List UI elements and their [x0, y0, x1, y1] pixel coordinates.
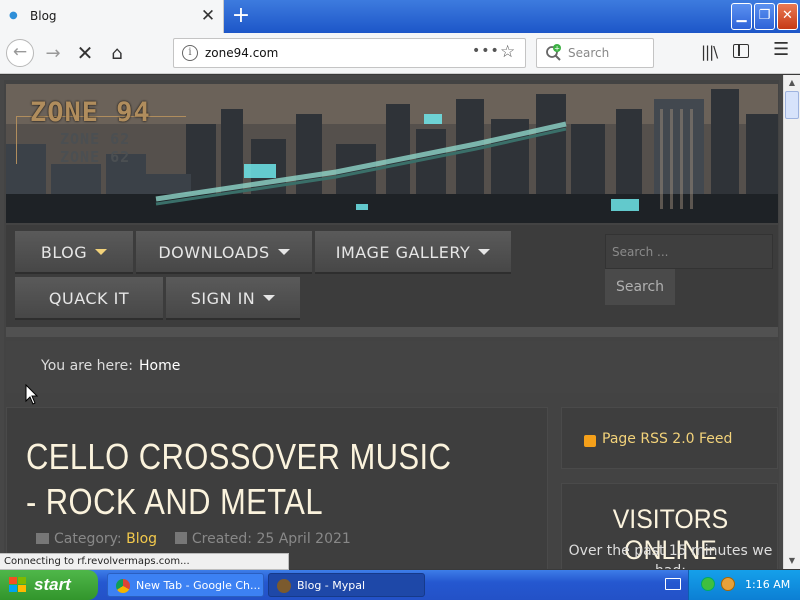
status-bar: Connecting to rf.revolvermaps.com...	[0, 553, 289, 570]
chevron-down-icon	[263, 295, 276, 301]
page-viewport: ZONE 94 ZONE 62 ZONE 62 BLOG DOWNLOADS I…	[0, 75, 783, 569]
taskbar-item-chrome[interactable]: New Tab - Google Ch...	[107, 573, 264, 597]
menu-item-label: IMAGE GALLERY	[335, 243, 471, 262]
breadcrumb-home: Home	[139, 358, 181, 374]
taskbar-item-label: New Tab - Google Ch...	[136, 579, 261, 592]
new-tab-button[interactable]: +	[228, 2, 254, 30]
chevron-down-icon	[277, 249, 290, 255]
visitors-text: Over the past 15 minutes we had:	[568, 543, 773, 569]
search-bar[interactable]: + Search	[536, 38, 654, 68]
menu-item-label: SIGN IN	[190, 289, 256, 308]
rss-feed-link[interactable]: Page RSS 2.0 Feed	[602, 431, 732, 447]
search-bar-placeholder: Search	[568, 46, 610, 60]
page-actions-icon[interactable]: •••	[472, 43, 500, 59]
forward-button[interactable]: →	[40, 40, 66, 67]
article-title[interactable]: CELLO CROSSOVER MUSIC - ROCK AND METAL	[26, 434, 465, 524]
screen: ● Blog ✕ + ▁ ❐ ✕ ← → ✕ ⌂ i zone94.com ••…	[0, 0, 800, 600]
browser-tab-strip: ● Blog ✕ + ▁ ❐ ✕	[0, 0, 800, 33]
browser-toolbar: ← → ✕ ⌂ i zone94.com ••• ☆ + Search |||\…	[0, 33, 800, 74]
scroll-up-icon[interactable]: ▲	[784, 75, 800, 91]
tab-title: Blog	[30, 9, 57, 23]
back-button[interactable]: ←	[6, 39, 34, 67]
calendar-icon	[174, 532, 187, 544]
site-search-button[interactable]: Search	[605, 269, 675, 305]
chevron-down-icon	[95, 249, 108, 255]
category-link[interactable]: Blog	[126, 531, 157, 547]
site-info-icon[interactable]: i	[182, 45, 198, 61]
divider	[6, 327, 778, 337]
menu-item-image-gallery[interactable]: IMAGE GALLERY	[315, 231, 511, 274]
window-close-button[interactable]: ✕	[777, 3, 798, 30]
menu-item-label: BLOG	[40, 243, 88, 262]
site-logo[interactable]: ZONE 94	[30, 97, 151, 128]
taskbar-item-label: Blog - Mypal	[297, 579, 366, 592]
rss-icon	[584, 435, 596, 447]
svg-text:+: +	[554, 45, 560, 53]
visitors-module: VISITORS ONLINE Over the past 15 minutes…	[561, 483, 778, 569]
taskbar-item-blog[interactable]: Blog - Mypal	[268, 573, 425, 597]
logo-echo-line: ZONE 62	[60, 148, 131, 166]
clock[interactable]: 1:16 AM	[745, 570, 790, 600]
menu-item-label: QUACK IT	[48, 289, 130, 308]
hamburger-menu-icon[interactable]: ☰	[773, 39, 789, 60]
menu-item-blog[interactable]: BLOG	[15, 231, 133, 274]
tab-loading-icon: ●	[9, 10, 18, 21]
site-logo-echo: ZONE 62 ZONE 62	[60, 130, 130, 166]
taskbar: start New Tab - Google Ch... Blog - Mypa…	[0, 570, 800, 600]
sidebar-toggle-icon[interactable]	[733, 44, 749, 58]
window-minimize-button[interactable]: ▁	[731, 3, 752, 30]
browser-tab[interactable]: ● Blog ✕	[0, 0, 224, 33]
url-text[interactable]: zone94.com	[205, 46, 278, 60]
created-date: Created: 25 April 2021	[191, 531, 351, 547]
vertical-scrollbar[interactable]: ▲ ▼	[783, 75, 800, 569]
menu-item-quack-it[interactable]: QUACK IT	[15, 277, 163, 320]
search-tray-icon[interactable]	[721, 577, 735, 591]
home-button[interactable]: ⌂	[104, 40, 130, 67]
menu-item-sign-in[interactable]: SIGN IN	[166, 277, 300, 320]
start-button[interactable]: start	[0, 570, 98, 600]
chevron-down-icon	[478, 249, 491, 255]
tab-close-icon[interactable]: ✕	[198, 4, 218, 28]
site-banner[interactable]: ZONE 94 ZONE 62 ZONE 62	[6, 84, 778, 223]
keyboard-icon[interactable]	[665, 578, 681, 590]
address-bar[interactable]: i zone94.com ••• ☆	[173, 38, 526, 68]
article: CELLO CROSSOVER MUSIC - ROCK AND METAL C…	[6, 407, 548, 569]
logo-echo-line: ZONE 62	[60, 130, 131, 148]
chrome-icon	[116, 579, 130, 593]
article-meta: Category: Blog Created: 25 April 2021	[36, 531, 351, 547]
rss-module: Page RSS 2.0 Feed	[561, 407, 778, 469]
menu-item-label: DOWNLOADS	[158, 243, 270, 262]
breadcrumb-label: You are here:	[41, 358, 133, 374]
mouse-cursor-icon	[25, 384, 39, 405]
scrollbar-thumb[interactable]	[785, 91, 799, 119]
scroll-down-icon[interactable]: ▼	[784, 553, 800, 569]
folder-icon	[36, 533, 49, 544]
stop-button[interactable]: ✕	[72, 40, 98, 67]
system-tray: 1:16 AM	[665, 570, 800, 600]
menu-item-downloads[interactable]: DOWNLOADS	[136, 231, 312, 274]
start-label: start	[34, 575, 71, 594]
window-maximize-button[interactable]: ❐	[754, 3, 775, 30]
windows-logo-icon	[9, 577, 26, 592]
library-icon[interactable]: |||\	[701, 43, 718, 61]
site-search-input[interactable]: Search ...	[605, 234, 773, 269]
search-engine-icon: +	[546, 44, 561, 61]
bookmark-star-icon[interactable]: ☆	[500, 42, 515, 62]
mypal-icon	[277, 579, 291, 593]
breadcrumb: You are here: Home	[6, 341, 778, 393]
network-icon[interactable]	[701, 577, 715, 591]
category-label: Category:	[54, 531, 122, 547]
